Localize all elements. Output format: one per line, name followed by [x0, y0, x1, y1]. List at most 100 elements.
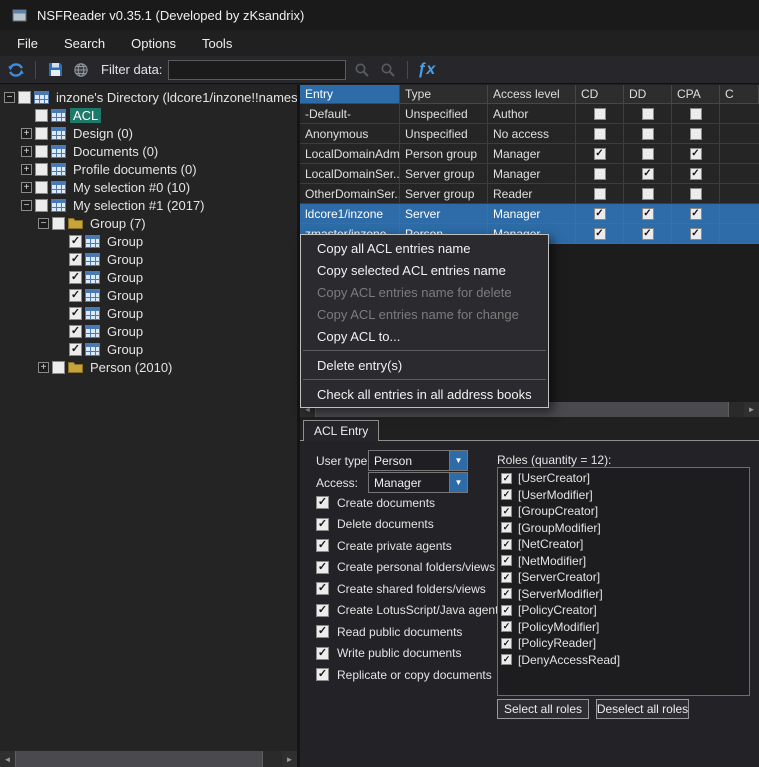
tree-checkbox[interactable]: [52, 217, 65, 230]
permission-item[interactable]: Create documents: [316, 492, 504, 514]
grid-cell-cd[interactable]: [576, 144, 624, 164]
grid-cell-cd[interactable]: [576, 204, 624, 224]
scrollbar-right-arrow[interactable]: ►: [744, 402, 759, 417]
checkbox[interactable]: [501, 572, 512, 583]
checkbox[interactable]: [690, 128, 702, 140]
expand-icon[interactable]: +: [21, 146, 32, 157]
grid-row[interactable]: LocalDomainSer...Server groupManager: [300, 164, 759, 184]
expand-icon[interactable]: +: [21, 182, 32, 193]
grid-cell-cpa[interactable]: [672, 204, 720, 224]
grid-cell-cpa[interactable]: [672, 224, 720, 244]
tree-checkbox[interactable]: [69, 289, 82, 302]
tree-item[interactable]: −My selection #1 (2017): [0, 196, 297, 214]
checkbox[interactable]: [316, 496, 329, 509]
context-menu-item[interactable]: Copy ACL to...: [301, 325, 548, 347]
grid-cell-dd[interactable]: [624, 204, 672, 224]
checkbox[interactable]: [594, 148, 606, 160]
tree-checkbox[interactable]: [35, 145, 48, 158]
tree-checkbox[interactable]: [18, 91, 31, 104]
tree-item[interactable]: Group: [0, 304, 297, 322]
grid-cell-dd[interactable]: [624, 224, 672, 244]
checkbox[interactable]: [501, 588, 512, 599]
tree-item[interactable]: Group: [0, 268, 297, 286]
role-item[interactable]: [GroupModifier]: [501, 520, 749, 537]
checkbox[interactable]: [501, 638, 512, 649]
permission-item[interactable]: Create shared folders/views: [316, 578, 504, 600]
checkbox[interactable]: [501, 506, 512, 517]
scrollbar-left-arrow[interactable]: ◄: [0, 751, 15, 767]
tree-item[interactable]: Group: [0, 322, 297, 340]
role-item[interactable]: [DenyAccessRead]: [501, 652, 749, 669]
tree-item[interactable]: +My selection #0 (10): [0, 178, 297, 196]
checkbox[interactable]: [501, 654, 512, 665]
role-item[interactable]: [PolicyCreator]: [501, 602, 749, 619]
tree-item[interactable]: ACL: [0, 106, 297, 124]
expand-icon[interactable]: +: [21, 164, 32, 175]
checkbox[interactable]: [690, 188, 702, 200]
tree-checkbox[interactable]: [35, 109, 48, 122]
tree-item[interactable]: +Design (0): [0, 124, 297, 142]
checkbox[interactable]: [690, 228, 702, 240]
sync-icon[interactable]: [6, 60, 26, 80]
tree-item[interactable]: Group: [0, 340, 297, 358]
role-item[interactable]: [ServerCreator]: [501, 569, 749, 586]
grid-row[interactable]: AnonymousUnspecifiedNo access: [300, 124, 759, 144]
tab-acl-entry[interactable]: ACL Entry: [303, 420, 379, 441]
expand-icon[interactable]: +: [38, 362, 49, 373]
role-item[interactable]: [PolicyModifier]: [501, 619, 749, 636]
checkbox[interactable]: [594, 188, 606, 200]
role-item[interactable]: [PolicyReader]: [501, 635, 749, 652]
select-all-roles-button[interactable]: Select all roles: [497, 699, 589, 719]
collapse-icon[interactable]: −: [38, 218, 49, 229]
role-item[interactable]: [UserCreator]: [501, 470, 749, 487]
checkbox[interactable]: [642, 188, 654, 200]
checkbox[interactable]: [316, 582, 329, 595]
grid-cell-cpa[interactable]: [672, 104, 720, 124]
context-menu-item[interactable]: Copy selected ACL entries name: [301, 259, 548, 281]
grid-row[interactable]: LocalDomainAdm...Person groupManager: [300, 144, 759, 164]
tree-item[interactable]: +Person (2010): [0, 358, 297, 376]
search-all-icon[interactable]: [378, 60, 398, 80]
grid-cell-cd[interactable]: [576, 164, 624, 184]
checkbox[interactable]: [501, 555, 512, 566]
grid-row[interactable]: OtherDomainSer...Server groupReader: [300, 184, 759, 204]
chevron-down-icon[interactable]: ▼: [449, 473, 467, 492]
scrollbar-thumb[interactable]: [15, 751, 263, 767]
permission-item[interactable]: Delete documents: [316, 514, 504, 536]
grid-cell-dd[interactable]: [624, 144, 672, 164]
menu-file[interactable]: File: [4, 32, 51, 55]
permission-item[interactable]: Replicate or copy documents: [316, 664, 504, 686]
access-dropdown[interactable]: Manager ▼: [368, 472, 468, 493]
chevron-down-icon[interactable]: ▼: [449, 451, 467, 470]
role-item[interactable]: [NetCreator]: [501, 536, 749, 553]
context-menu-item[interactable]: Copy all ACL entries name: [301, 237, 548, 259]
permission-item[interactable]: Create LotusScript/Java agents: [316, 600, 504, 622]
tree-checkbox[interactable]: [69, 271, 82, 284]
checkbox[interactable]: [690, 108, 702, 120]
role-item[interactable]: [UserModifier]: [501, 487, 749, 504]
user-type-dropdown[interactable]: Person ▼: [368, 450, 468, 471]
checkbox[interactable]: [642, 128, 654, 140]
grid-cell-cpa[interactable]: [672, 184, 720, 204]
tree-horizontal-scrollbar[interactable]: ◄ ►: [0, 751, 297, 767]
checkbox[interactable]: [316, 647, 329, 660]
checkbox[interactable]: [316, 539, 329, 552]
grid-cell-cpa[interactable]: [672, 144, 720, 164]
checkbox[interactable]: [316, 668, 329, 681]
checkbox[interactable]: [642, 228, 654, 240]
tree-item[interactable]: −inzone's Directory (ldcore1/inzone!!nam…: [0, 88, 297, 106]
grid-cell-cpa[interactable]: [672, 124, 720, 144]
collapse-icon[interactable]: −: [21, 200, 32, 211]
checkbox[interactable]: [594, 228, 606, 240]
tree-checkbox[interactable]: [35, 199, 48, 212]
checkbox[interactable]: [501, 605, 512, 616]
role-item[interactable]: [GroupCreator]: [501, 503, 749, 520]
tree-checkbox[interactable]: [69, 253, 82, 266]
permission-item[interactable]: Create private agents: [316, 535, 504, 557]
tree-item[interactable]: Group: [0, 232, 297, 250]
column-header-entry[interactable]: Entry: [300, 85, 400, 104]
save-icon[interactable]: [45, 60, 65, 80]
column-header-access-level[interactable]: Access level: [488, 85, 576, 104]
tree-item[interactable]: Group: [0, 286, 297, 304]
checkbox[interactable]: [501, 489, 512, 500]
